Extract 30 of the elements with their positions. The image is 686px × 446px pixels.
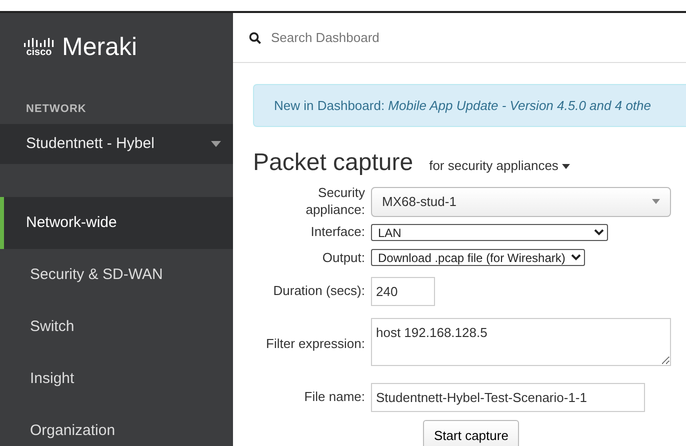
search-icon	[249, 32, 261, 44]
nav-item[interactable]: Organization	[0, 405, 233, 446]
caret-icon	[562, 164, 570, 170]
logo-text: cisco	[26, 48, 52, 58]
dropdown[interactable]: Download .pcap file (for Wireshark)	[371, 249, 585, 266]
dropdown[interactable]: LAN	[371, 224, 608, 241]
section-label: NETWORK	[25, 102, 88, 117]
field-label: Filter expression:	[265, 336, 365, 353]
product-name: Meraki	[62, 32, 138, 64]
appliance-select[interactable]: MX68-stud-1	[371, 186, 671, 217]
field-label: File name:	[303, 389, 365, 406]
caret-icon	[211, 141, 221, 147]
caret-icon	[652, 199, 660, 204]
logo-icon	[24, 38, 54, 48]
input-field[interactable]: 240	[371, 276, 435, 306]
nav-item[interactable]: Network-wide	[0, 197, 233, 249]
scope-dropdown[interactable]: for security appliances	[429, 156, 570, 176]
input-field[interactable]: Studentnett-Hybel-Test-Scenario-1-1	[371, 383, 645, 412]
field-label: Duration (secs):	[272, 282, 365, 300]
nav-item[interactable]: Security & SD-WAN	[0, 249, 233, 301]
nav-item[interactable]: Insight	[0, 353, 233, 405]
network-selector[interactable]: Studentnett - Hybel	[0, 124, 233, 164]
field-label: Security appliance:	[304, 184, 365, 219]
filter-field[interactable]: host 192.168.128.5	[371, 318, 671, 366]
notice-banner: New in Dashboard: Mobile App Update - Version 4.5.0 and 4 othe	[253, 84, 686, 127]
page-title: Packet capture	[253, 149, 414, 178]
field-label: Output:	[321, 250, 365, 266]
nav-item[interactable]: Switch	[0, 301, 233, 353]
field-label: Interface:	[310, 224, 365, 241]
start-capture-button[interactable]: Start capture	[423, 420, 520, 446]
